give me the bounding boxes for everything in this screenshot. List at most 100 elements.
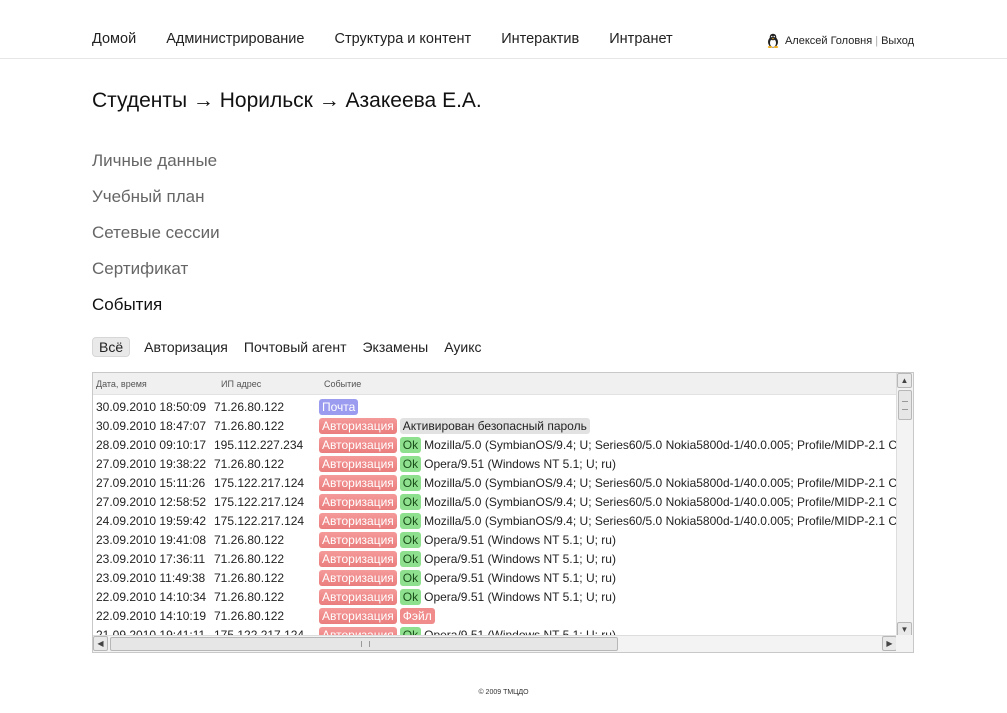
- event-badge-ok: Ok: [399, 456, 422, 472]
- table-row[interactable]: 23.09.2010 17:36:11 71.26.80.122 Авторизац…: [93, 550, 897, 569]
- event-badge-auth: Авторизация: [319, 494, 397, 510]
- row-ip: 71.26.80.122: [214, 457, 285, 471]
- footer-copyright: © 2009 ТМЦДО: [478, 689, 529, 696]
- table-row[interactable]: 30.09.2010 18:50:09 71.26.80.122 Почта: [93, 398, 897, 417]
- event-badge-auth: Авторизация: [319, 551, 397, 567]
- row-event: Авторизация Фэйл: [319, 608, 438, 624]
- row-ip: 71.26.80.122: [214, 400, 285, 414]
- event-badge-ok: Ok: [399, 570, 422, 586]
- nav-item-interactive[interactable]: Интерактив: [501, 31, 579, 47]
- row-ip: 71.26.80.122: [214, 419, 285, 433]
- section-certificate[interactable]: Сертификат: [92, 258, 220, 294]
- filter-mail-agent[interactable]: Почтовый агент: [244, 337, 347, 357]
- table-row[interactable]: 27.09.2010 12:58:52 175.122.217.124 Автори…: [93, 493, 897, 512]
- event-detail: Opera/9.51 (Windows NT 5.1; U; ru): [424, 590, 616, 604]
- row-event: Авторизация Ok Opera/9.51 (Windows NT 5.1;…: [319, 532, 616, 548]
- event-badge-ok: Ok: [399, 437, 422, 453]
- event-detail: Opera/9.51 (Windows NT 5.1; U; ru): [424, 552, 616, 566]
- row-event: Почта: [319, 399, 361, 415]
- row-event: Авторизация Ok Mozilla/5.0 (SymbianOS/9.4;…: [319, 513, 897, 529]
- column-header-datetime[interactable]: Дата, время: [96, 379, 147, 389]
- row-event: Авторизация Ok Opera/9.51 (Windows NT 5.1;…: [319, 456, 616, 472]
- nav-item-structure-content[interactable]: Структура и контент: [334, 31, 471, 47]
- column-header-event[interactable]: Событие: [324, 379, 361, 389]
- event-badge-ok: Ok: [399, 551, 422, 567]
- nav-item-intranet[interactable]: Интранет: [609, 31, 672, 47]
- arrow-left-icon[interactable]: ◀: [93, 636, 108, 651]
- filter-all[interactable]: Всё: [92, 337, 131, 357]
- row-ip: 175.122.217.124: [214, 476, 305, 490]
- filter-auix[interactable]: Ауикс: [444, 337, 481, 357]
- table-row[interactable]: 23.09.2010 19:41:08 71.26.80.122 Авторизац…: [93, 531, 897, 550]
- row-ip: 71.26.80.122: [214, 552, 285, 566]
- column-header-ip[interactable]: ИП адрес: [221, 379, 261, 389]
- horizontal-scrollbar[interactable]: ◀ ▶: [93, 635, 897, 652]
- event-badge-auth: Авторизация: [319, 570, 397, 586]
- arrow-up-icon[interactable]: ▲: [897, 373, 912, 388]
- user-name-link[interactable]: Алексей Головня: [785, 35, 872, 47]
- table-row[interactable]: 22.09.2010 14:10:19 71.26.80.122 Авторизац…: [93, 607, 897, 626]
- filter-authorization[interactable]: Авторизация: [144, 337, 228, 357]
- event-detail: Mozilla/5.0 (SymbianOS/9.4; U; Series60/…: [424, 495, 897, 509]
- table-row[interactable]: 22.09.2010 14:10:34 71.26.80.122 Авторизац…: [93, 588, 897, 607]
- event-detail: Mozilla/5.0 (SymbianOS/9.4; U; Series60/…: [424, 476, 897, 490]
- row-datetime: 22.09.2010 14:10:34: [96, 590, 207, 604]
- event-detail: Opera/9.51 (Windows NT 5.1; U; ru): [424, 533, 616, 547]
- vertical-scrollbar[interactable]: ▲ ▼: [896, 373, 913, 637]
- filter-exams[interactable]: Экзамены: [362, 337, 428, 357]
- vertical-scroll-thumb[interactable]: [898, 390, 912, 420]
- event-badge-note: Активирован безопасный пароль: [399, 418, 590, 434]
- row-event: Авторизация Ok Mozilla/5.0 (SymbianOS/9.4;…: [319, 437, 897, 453]
- events-grid: Дата, время ИП адрес Событие 30.09.2010 …: [92, 372, 914, 653]
- row-event: Авторизация Ok Opera/9.51 (Windows NT 5.1;…: [319, 570, 616, 586]
- row-ip: 175.122.217.124: [214, 514, 305, 528]
- top-bar: Домой Администрирование Структура и конт…: [0, 0, 1007, 59]
- event-badge-ok: Ok: [399, 589, 422, 605]
- arrow-right-icon[interactable]: ▶: [882, 636, 897, 651]
- section-study-plan[interactable]: Учебный план: [92, 186, 220, 222]
- event-badge-auth: Авторизация: [319, 513, 397, 529]
- row-event: Авторизация Активирован безопасный пароль: [319, 418, 593, 434]
- event-badge-auth: Авторизация: [319, 437, 397, 453]
- page-title: Студенты → Норильск → Азакеева Е.А.: [92, 89, 482, 112]
- section-network-sessions[interactable]: Сетевые сессии: [92, 222, 220, 258]
- row-ip: 175.122.217.124: [214, 495, 305, 509]
- table-row[interactable]: 24.09.2010 19:59:42 175.122.217.124 Автори…: [93, 512, 897, 531]
- row-datetime: 28.09.2010 09:10:17: [96, 438, 207, 452]
- user-panel: Алексей Головня | Выход: [766, 33, 914, 48]
- row-datetime: 23.09.2010 11:49:38: [96, 571, 206, 585]
- row-datetime: 27.09.2010 15:11:26: [96, 476, 206, 490]
- row-ip: 71.26.80.122: [214, 590, 285, 604]
- section-events[interactable]: События: [92, 294, 220, 330]
- table-row[interactable]: 30.09.2010 18:47:07 71.26.80.122 Авторизац…: [93, 417, 897, 436]
- event-badge-ok: Ok: [399, 532, 422, 548]
- event-badge-auth: Авторизация: [319, 589, 397, 605]
- table-row[interactable]: 28.09.2010 09:10:17 195.112.227.234 Автори…: [93, 436, 897, 455]
- row-datetime: 23.09.2010 17:36:11: [96, 552, 206, 566]
- row-datetime: 24.09.2010 19:59:42: [96, 514, 207, 528]
- event-badge-ok: Ok: [399, 475, 422, 491]
- row-ip: 71.26.80.122: [214, 533, 285, 547]
- nav-item-administration[interactable]: Администрирование: [166, 31, 304, 47]
- row-datetime: 27.09.2010 19:38:22: [96, 457, 207, 471]
- scrollbar-corner: [896, 635, 913, 652]
- nav-item-home[interactable]: Домой: [92, 31, 136, 47]
- grid-header: Дата, время ИП адрес Событие: [93, 373, 897, 395]
- row-datetime: 23.09.2010 19:41:08: [96, 533, 207, 547]
- table-row[interactable]: 27.09.2010 19:38:22 71.26.80.122 Авторизац…: [93, 455, 897, 474]
- table-row[interactable]: 23.09.2010 11:49:38 71.26.80.122 Авторизац…: [93, 569, 897, 588]
- event-badge-auth: Авторизация: [319, 608, 397, 624]
- event-badge-mail: Почта: [319, 399, 359, 415]
- row-ip: 71.26.80.122: [214, 571, 285, 585]
- section-personal-data[interactable]: Личные данные: [92, 150, 220, 186]
- row-event: Авторизация Ok Mozilla/5.0 (SymbianOS/9.4;…: [319, 475, 897, 491]
- logout-link[interactable]: Выход: [881, 35, 914, 47]
- event-detail: Opera/9.51 (Windows NT 5.1; U; ru): [424, 571, 616, 585]
- table-row[interactable]: 27.09.2010 15:11:26 175.122.217.124 Автори…: [93, 474, 897, 493]
- event-badge-ok: Ok: [399, 494, 422, 510]
- main-nav: Домой Администрирование Структура и конт…: [92, 31, 703, 47]
- horizontal-scroll-thumb[interactable]: [110, 637, 618, 651]
- event-badge-auth: Авторизация: [319, 532, 397, 548]
- row-event: Авторизация Ok Mozilla/5.0 (SymbianOS/9.4;…: [319, 494, 897, 510]
- row-event: Авторизация Ok Opera/9.51 (Windows NT 5.1;…: [319, 551, 616, 567]
